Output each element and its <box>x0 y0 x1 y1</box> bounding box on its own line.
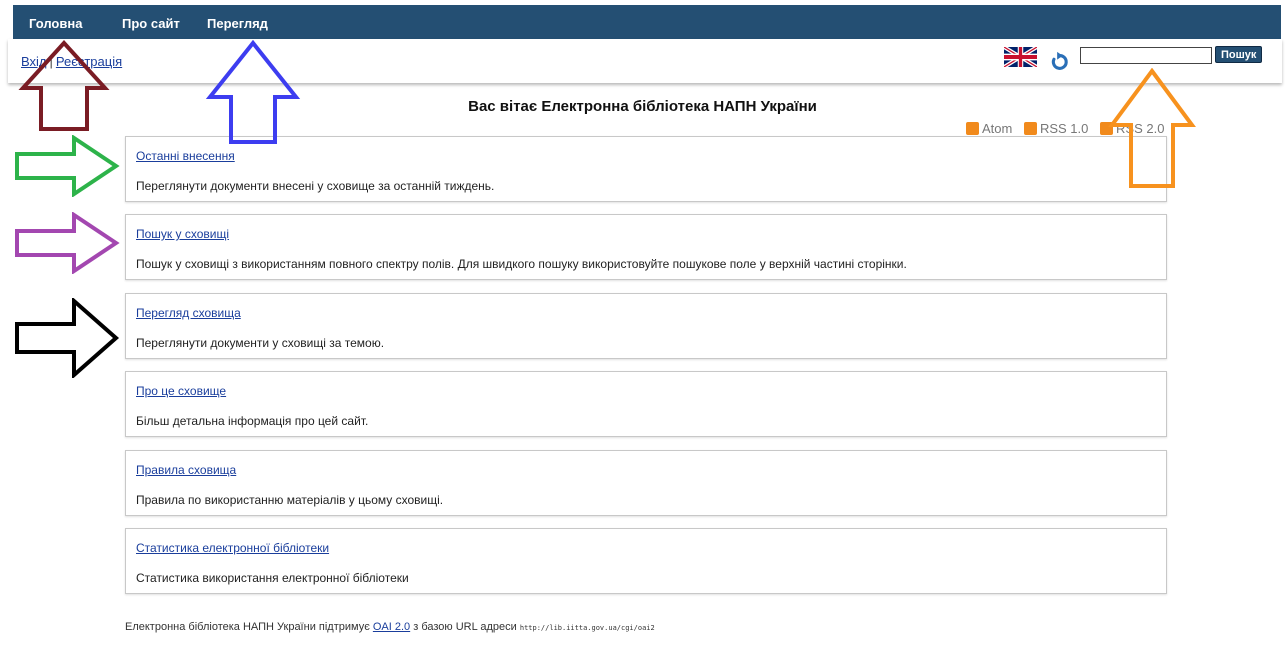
card-description: Переглянути документи у сховищі за темою… <box>136 336 385 350</box>
feed-label: Atom <box>982 121 1013 136</box>
rss-icon <box>1023 122 1037 135</box>
card-title-link[interactable]: Останні внесення <box>136 149 235 163</box>
card-search-repository: Пошук у сховищі Пошук у сховищі з викори… <box>125 214 1167 280</box>
search-button[interactable]: Пошук <box>1215 46 1263 63</box>
card-repository-policies: Правила сховища Правила по використанню … <box>125 450 1167 516</box>
card-about-repository: Про це сховище Більш детальна інформація… <box>125 371 1167 437</box>
rss1-feed-link[interactable]: RSS 1.0 <box>1023 121 1089 136</box>
refresh-icon[interactable] <box>1048 51 1070 73</box>
card-description: Пошук у сховищі з використанням повного … <box>136 257 907 271</box>
card-title-link[interactable]: Перегляд сховища <box>136 306 241 320</box>
oai-link[interactable]: OAI 2.0 <box>373 621 410 633</box>
footer-text: Електронна бібліотека НАПН України підтр… <box>125 621 370 633</box>
card-browse-repository: Перегляд сховища Переглянути документи у… <box>125 293 1167 359</box>
card-library-statistics: Статистика електронної бібліотеки Статис… <box>125 528 1167 594</box>
card-title-link[interactable]: Про це сховище <box>136 384 226 398</box>
nav-browse[interactable]: Перегляд <box>207 16 268 31</box>
right-arrow-green-icon <box>15 135 120 197</box>
up-arrow-blue-icon <box>205 40 301 144</box>
uk-flag-icon[interactable] <box>1004 47 1037 67</box>
up-arrow-orange-icon <box>1108 68 1196 188</box>
card-title-link[interactable]: Пошук у сховищі <box>136 227 229 241</box>
card-title-link[interactable]: Статистика електронної бібліотеки <box>136 541 329 555</box>
right-arrow-purple-icon <box>15 212 120 274</box>
user-toolbar: Вхід | Реєстрація Пошук <box>8 39 1282 83</box>
card-description: Правила по використанню матеріалів у цьо… <box>136 493 444 507</box>
card-description: Статистика використання електронної бібл… <box>136 571 409 585</box>
card-latest-additions: Останні внесення Переглянути документи в… <box>125 136 1167 202</box>
nav-about[interactable]: Про сайт <box>122 16 180 31</box>
atom-feed-link[interactable]: Atom <box>966 121 1012 136</box>
rss-icon <box>966 122 979 135</box>
page-title: Вас вітає Електронна бібліотека НАПН Укр… <box>468 98 817 115</box>
footer: Електронна бібліотека НАПН України підтр… <box>125 621 655 633</box>
search-input[interactable] <box>1080 47 1212 64</box>
up-arrow-dark-red-icon <box>18 40 110 131</box>
card-title-link[interactable]: Правила сховища <box>136 463 236 477</box>
nav-home[interactable]: Головна <box>29 16 82 31</box>
feed-label: RSS 1.0 <box>1039 121 1089 136</box>
oai-url: http://lib.iitta.gov.ua/cgi/oai2 <box>519 624 655 632</box>
footer-text: з базою URL адреси <box>413 621 517 633</box>
card-description: Більш детальна інформація про цей сайт. <box>136 414 369 428</box>
top-navbar: Головна Про сайт Перегляд <box>13 5 1281 39</box>
card-description: Переглянути документи внесені у сховище … <box>136 179 495 193</box>
right-arrow-black-icon <box>15 298 120 378</box>
